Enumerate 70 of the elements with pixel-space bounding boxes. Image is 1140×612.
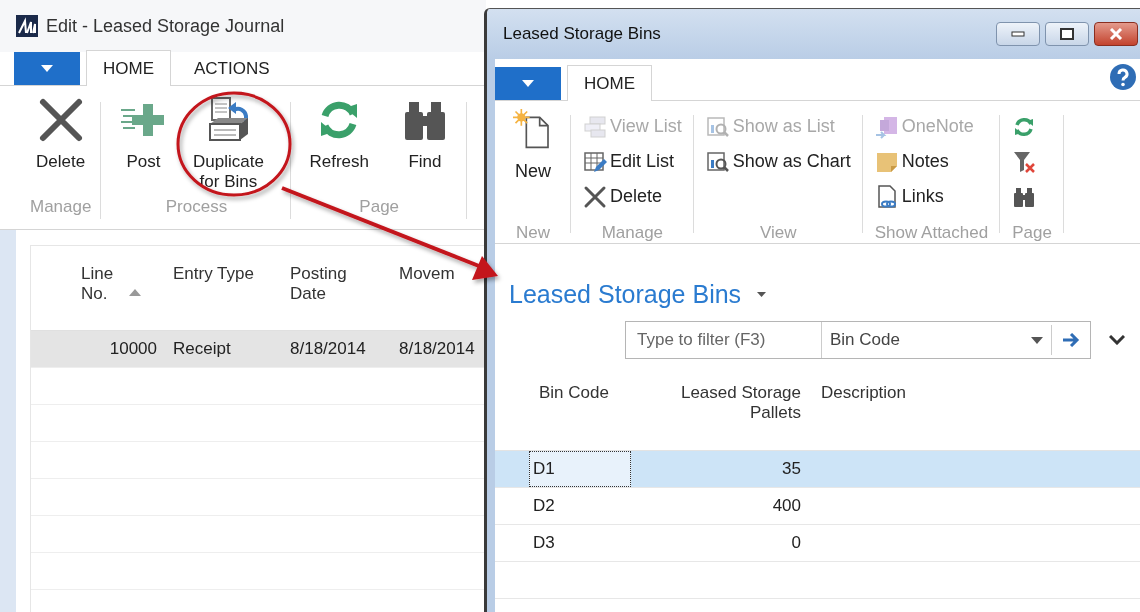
table-cell-text: Receipt — [172, 339, 232, 359]
group-label: Page — [1012, 223, 1052, 243]
show-chart-button[interactable]: Show as Chart — [705, 144, 851, 179]
clear-filter-icon — [1012, 149, 1037, 174]
post-button[interactable]: Post — [113, 96, 174, 197]
note-app-icon — [874, 114, 899, 139]
links-button[interactable]: Links — [874, 179, 989, 214]
new-button[interactable]: New — [507, 109, 559, 223]
close-icon — [1109, 28, 1123, 40]
maximize-button[interactable] — [1045, 22, 1089, 46]
filter-column-dropdown[interactable]: Bin Code — [822, 325, 1052, 355]
close-button[interactable] — [1094, 22, 1138, 46]
filter-field[interactable]: Type to filter (F3) Bin Code — [625, 321, 1091, 359]
table-cell: D1 — [529, 451, 631, 487]
table-cell-text: 0 — [790, 533, 801, 553]
group-label: Manage — [30, 197, 92, 217]
column-header[interactable]: Leased Storage Pallets — [631, 383, 801, 450]
group-label: Manage — [600, 223, 665, 243]
caret-down-icon — [522, 80, 534, 87]
table-row[interactable]: D1 35 — [495, 451, 1140, 488]
minimize-button[interactable] — [996, 22, 1040, 46]
table-row[interactable]: 10000 Receipt 8/18/2014 8/18/2014 — [31, 331, 486, 368]
caret-down-icon — [757, 292, 767, 297]
caret-down-icon — [41, 65, 53, 72]
delete-button[interactable]: Delete — [583, 179, 682, 214]
page-title: Leased Storage Bins — [509, 280, 742, 309]
table-cell-text: 8/18/2014 — [398, 339, 476, 359]
help-icon — [1110, 64, 1136, 90]
table-row[interactable]: D2 400 — [495, 488, 1140, 525]
window-title: Leased Storage Bins — [503, 24, 661, 44]
chart-search-icon — [705, 149, 730, 174]
group-label: New — [515, 223, 551, 243]
group-label: View — [758, 223, 798, 243]
group-label: Show Attached — [874, 223, 989, 243]
group-label: Process — [164, 197, 229, 217]
window-title: Edit - Leased Storage Journal — [46, 15, 285, 37]
table-cell-text: 400 — [771, 496, 801, 516]
arrow-right-icon — [1062, 333, 1080, 347]
table-cell-text: D2 — [532, 496, 556, 516]
column-header[interactable]: Movem — [391, 264, 455, 284]
chevron-down-icon — [1109, 335, 1125, 345]
ribbon-tab[interactable]: ACTIONS — [177, 50, 287, 86]
find-button[interactable]: Find — [394, 96, 455, 197]
caret-down-icon — [1031, 336, 1043, 344]
table-row[interactable]: D3 0 — [495, 525, 1140, 562]
table-cell-text: D3 — [532, 533, 556, 553]
column-header[interactable]: Posting Date — [282, 264, 380, 304]
table-cell-text: 8/18/2014 — [289, 339, 367, 359]
table-cell-text: 35 — [781, 459, 801, 479]
chart-search-icon — [705, 114, 730, 139]
column-header[interactable]: Bin Code — [495, 383, 631, 450]
group-label: Page — [358, 197, 401, 217]
column-header[interactable]: Description — [801, 383, 1140, 450]
column-header[interactable]: Line No. — [31, 264, 141, 304]
refresh-button[interactable]: Refresh — [303, 96, 375, 197]
edit-list-button[interactable]: Edit List — [583, 144, 682, 179]
minimize-icon — [1011, 31, 1025, 37]
table-edit-icon — [583, 149, 607, 174]
ribbon-tab[interactable]: HOME — [567, 65, 652, 101]
maximize-icon — [1060, 28, 1074, 40]
column-header[interactable]: Entry Type — [165, 264, 254, 284]
table-cell-text: 10000 — [108, 339, 158, 359]
windows-icon — [583, 114, 607, 139]
delete-button[interactable]: Delete — [30, 96, 92, 197]
notes-button[interactable]: Notes — [874, 144, 989, 179]
duplicate-button[interactable]: Duplicate for Bins — [177, 96, 280, 197]
ribbon-tab[interactable]: HOME — [86, 50, 171, 86]
delete-icon — [583, 184, 607, 209]
app-logo-icon — [16, 15, 38, 37]
sort-ascending-icon — [129, 289, 141, 296]
